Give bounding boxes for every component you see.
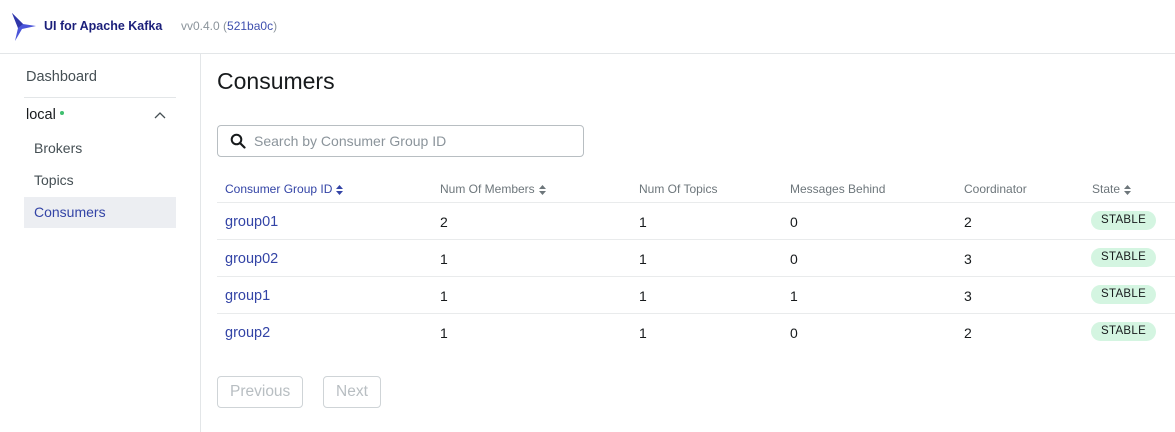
messages-behind-cell: 0 [790, 251, 798, 267]
members-cell: 1 [440, 288, 448, 304]
app-version: vv0.4.0 (521ba0c) [181, 19, 277, 33]
search-input[interactable] [254, 131, 574, 151]
cluster-online-dot-icon [59, 111, 64, 116]
column-header-messages-behind: Messages Behind [790, 182, 886, 196]
members-cell: 2 [440, 214, 448, 230]
sidebar-item-consumers[interactable]: Consumers [24, 197, 176, 228]
coordinator-cell: 3 [964, 251, 972, 267]
search-box[interactable] [217, 125, 584, 157]
version-prefix: vv0.4.0 ( [181, 19, 228, 33]
status-badge: STABLE [1091, 285, 1157, 304]
status-badge: STABLE [1091, 248, 1157, 267]
kafka-logo-icon[interactable] [11, 12, 37, 42]
topics-cell: 1 [639, 288, 647, 304]
version-hash-link[interactable]: 521ba0c [227, 19, 273, 33]
messages-behind-cell: 0 [790, 214, 798, 230]
column-header-topics: Num Of Topics [639, 182, 718, 196]
next-page-button[interactable]: Next [323, 376, 381, 408]
chevron-up-icon[interactable] [154, 111, 166, 119]
column-header-members[interactable]: Num Of Members [440, 182, 546, 196]
search-icon [230, 133, 246, 149]
coordinator-cell: 2 [964, 214, 972, 230]
table-row: group01 2 1 0 2 STABLE [217, 202, 1175, 239]
topics-cell: 1 [639, 214, 647, 230]
sort-icon [1124, 184, 1132, 195]
column-header-coordinator: Coordinator [964, 182, 1027, 196]
members-cell: 1 [440, 251, 448, 267]
status-badge: STABLE [1091, 211, 1157, 230]
group-id-link[interactable]: group01 [225, 214, 278, 230]
sidebar-item-brokers[interactable]: Brokers [24, 133, 176, 164]
members-cell: 1 [440, 325, 448, 341]
column-label: Consumer Group ID [225, 182, 333, 196]
coordinator-cell: 3 [964, 288, 972, 304]
cluster-name: local [26, 107, 56, 123]
sidebar-cluster-local[interactable]: local [26, 107, 64, 123]
group-id-link[interactable]: group1 [225, 288, 270, 304]
group-id-link[interactable]: group2 [225, 325, 270, 341]
previous-page-button[interactable]: Previous [217, 376, 304, 408]
brand-title[interactable]: UI for Apache Kafka [44, 19, 162, 33]
sort-icon [336, 184, 344, 195]
table-row: group1 1 1 1 3 STABLE [217, 276, 1175, 313]
top-navbar: UI for Apache Kafka vv0.4.0 (521ba0c) [0, 0, 1175, 54]
messages-behind-cell: 1 [790, 288, 798, 304]
table-row: group2 1 1 0 2 STABLE [217, 313, 1175, 350]
topics-cell: 1 [639, 325, 647, 341]
page-title: Consumers [217, 68, 335, 94]
column-label: State [1092, 182, 1121, 196]
column-label: Num Of Members [440, 182, 535, 196]
group-id-link[interactable]: group02 [225, 251, 278, 267]
sidebar-item-dashboard[interactable]: Dashboard [26, 69, 97, 85]
status-badge: STABLE [1091, 322, 1157, 341]
column-header-state[interactable]: State [1092, 182, 1132, 196]
column-header-group-id[interactable]: Consumer Group ID [225, 182, 344, 196]
sort-icon [538, 184, 546, 195]
sidebar: Dashboard local Brokers Topics Consumers [0, 54, 201, 432]
sidebar-divider [24, 97, 176, 98]
sidebar-item-topics[interactable]: Topics [24, 165, 176, 196]
table-row: group02 1 1 0 3 STABLE [217, 239, 1175, 276]
coordinator-cell: 2 [964, 325, 972, 341]
messages-behind-cell: 0 [790, 325, 798, 341]
version-suffix: ) [273, 19, 278, 33]
topics-cell: 1 [639, 251, 647, 267]
